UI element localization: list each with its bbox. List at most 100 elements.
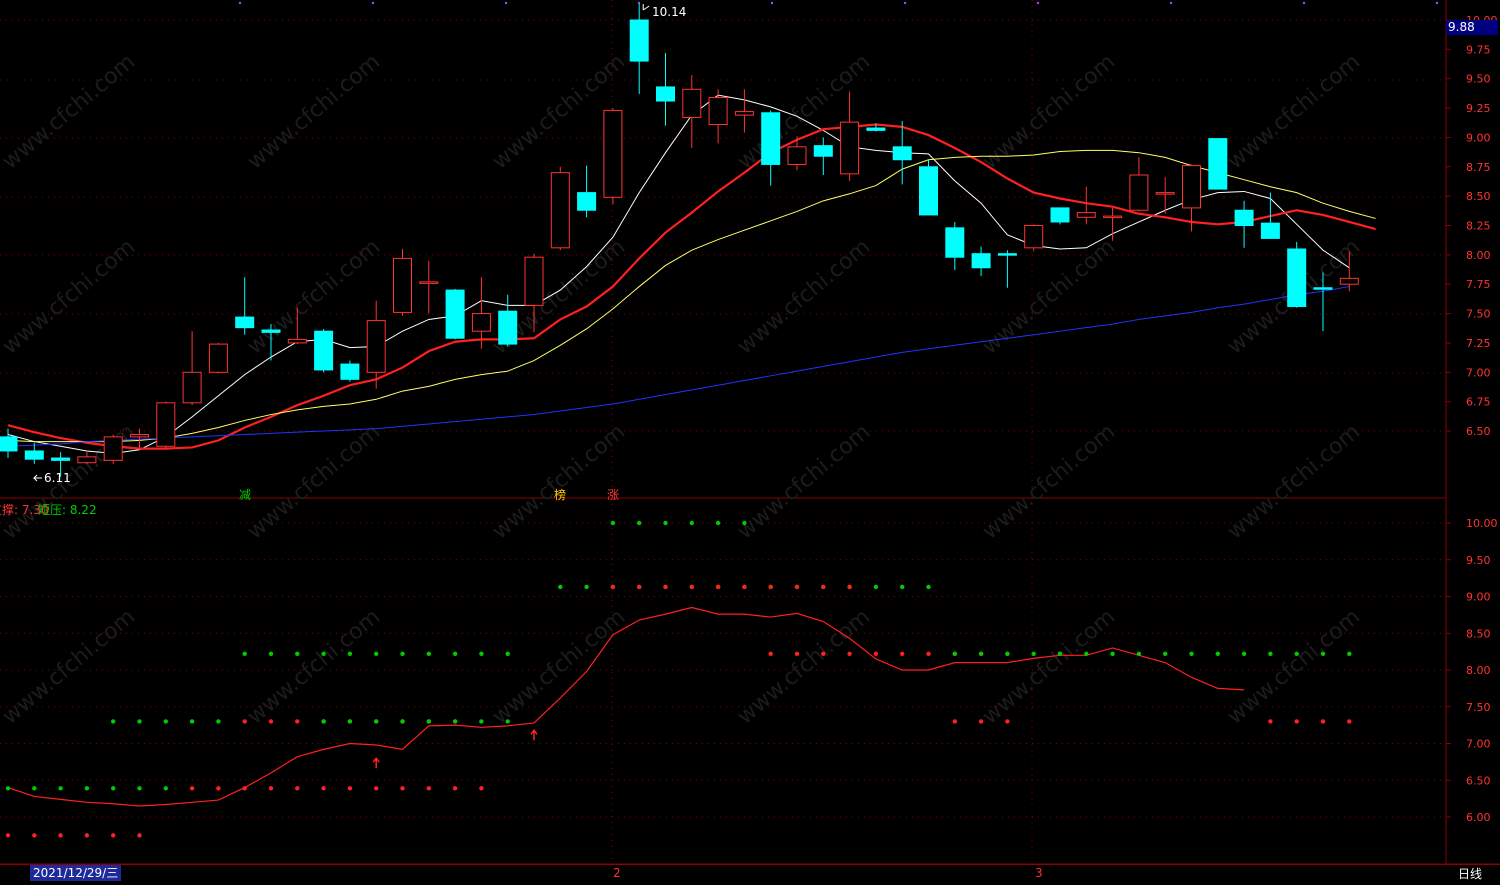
level-dot	[1347, 719, 1352, 724]
level-dot	[426, 719, 431, 724]
candle-body	[813, 145, 833, 157]
stock-chart[interactable]: www.cfchi.com www.cfchi.com www.cfchi.com w…	[0, 0, 1500, 884]
level-dot	[84, 833, 90, 838]
level-dot	[163, 719, 168, 724]
candle	[1234, 200, 1254, 248]
level-dot	[374, 719, 379, 724]
top-marker-dot	[770, 1, 774, 5]
candle-body	[156, 402, 176, 447]
candle-body	[208, 343, 228, 373]
last-price-box: 9.88	[1446, 20, 1498, 35]
level-dot	[715, 520, 721, 526]
watermark-text: www.cfchi.com	[488, 419, 630, 544]
level-dot	[452, 651, 458, 657]
candle	[24, 442, 44, 464]
price-tick-label: 9.25	[1466, 102, 1491, 115]
candle-body	[971, 253, 991, 269]
level-dot	[452, 786, 458, 791]
candle-body	[51, 457, 71, 461]
candle	[314, 328, 334, 373]
price-tick-label: 9.50	[1466, 73, 1491, 86]
indicator-tick-label: 10.00	[1466, 517, 1498, 530]
level-dot	[1347, 651, 1352, 657]
candle-body	[603, 109, 623, 198]
indicator-tick-label: 7.00	[1466, 738, 1491, 751]
candle-body	[182, 371, 202, 404]
top-marker-dot	[1435, 1, 1439, 5]
candle-body	[919, 166, 938, 216]
level-dot	[505, 719, 510, 724]
level-dot	[452, 719, 458, 724]
candle	[208, 342, 228, 374]
candle	[708, 89, 728, 144]
level-dot	[1189, 651, 1194, 657]
candle	[156, 401, 176, 449]
top-marker-dot	[1169, 1, 1173, 5]
candle	[235, 277, 255, 335]
indicator-tick-label: 6.00	[1466, 811, 1491, 824]
watermark-text: www.cfchi.com	[1223, 419, 1365, 544]
level-dot	[900, 651, 905, 657]
level-dot	[137, 719, 142, 724]
candle	[997, 250, 1017, 288]
level-dot	[111, 833, 116, 838]
candle-body	[235, 316, 255, 329]
level-dot	[1215, 651, 1221, 657]
candle	[1103, 207, 1123, 241]
candle	[550, 166, 570, 251]
indicator-tick-label: 8.50	[1466, 627, 1491, 640]
watermark-text: www.cfchi.com	[978, 419, 1120, 544]
candle-body	[1208, 138, 1228, 190]
candle-body	[340, 363, 360, 380]
level-dot	[505, 651, 510, 657]
level-dot	[479, 651, 484, 657]
candle-body	[103, 436, 123, 461]
candle	[603, 108, 623, 205]
level-dot	[32, 833, 37, 838]
level-dot	[347, 786, 353, 791]
level-dot	[189, 786, 195, 791]
candle-body	[577, 192, 597, 211]
candle-body	[708, 97, 728, 126]
candle-body	[1155, 192, 1175, 195]
candle-body	[1024, 225, 1044, 249]
price-tick-label: 8.25	[1466, 220, 1491, 233]
level-dot	[374, 651, 379, 657]
candle-body	[787, 146, 807, 165]
level-dot	[900, 584, 905, 590]
level-dot	[821, 584, 826, 590]
candle	[419, 260, 439, 314]
candle	[1208, 138, 1228, 190]
level-dot	[426, 651, 431, 657]
level-dot	[742, 520, 747, 526]
level-dot	[321, 651, 326, 657]
level-dot	[189, 719, 195, 724]
level-dot	[242, 651, 247, 657]
level-dot	[768, 584, 773, 590]
signal-badge-rise: 涨	[607, 488, 620, 502]
price-tick-label: 6.75	[1466, 396, 1491, 409]
level-dot	[584, 584, 589, 590]
high-marker	[642, 4, 650, 11]
candle-body	[656, 86, 675, 102]
level-dot	[1084, 651, 1089, 657]
candle-body	[445, 289, 465, 339]
buy-arrow	[530, 729, 538, 741]
candle	[787, 136, 807, 171]
period-tab-daily[interactable]: 日线	[1458, 865, 1482, 882]
candle-body	[866, 127, 886, 131]
level-dot	[5, 786, 11, 791]
candle-body	[997, 253, 1017, 256]
candle-body	[77, 456, 97, 464]
level-dot	[794, 651, 800, 657]
level-dot	[137, 833, 142, 838]
top-marker-dot	[903, 1, 907, 5]
level-dot	[637, 520, 642, 526]
candle	[734, 89, 754, 133]
candle-body	[471, 313, 491, 332]
level-dot	[768, 651, 773, 657]
level-dot	[663, 520, 668, 526]
candle-body	[1103, 215, 1123, 219]
level-dot	[689, 584, 694, 590]
level-dot	[216, 786, 221, 791]
